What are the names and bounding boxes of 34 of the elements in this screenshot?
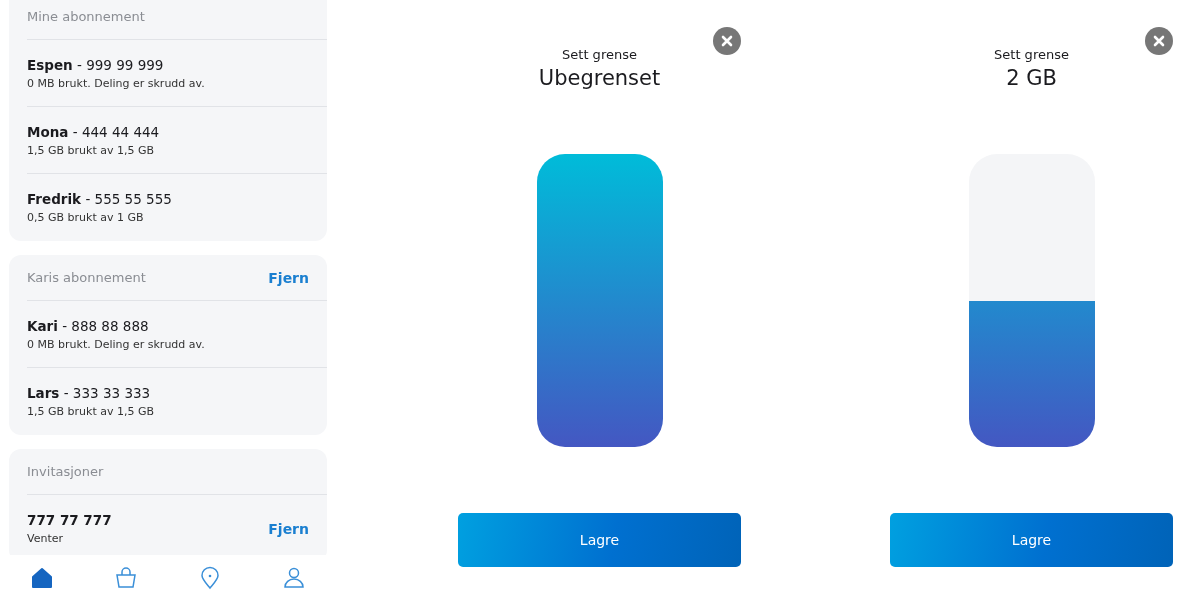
subscriber-line: Lars - 333 33 333 (27, 385, 152, 401)
shopping-bag-icon[interactable] (114, 565, 138, 590)
location-pin-icon[interactable] (198, 565, 222, 590)
save-button[interactable]: Lagre (458, 513, 741, 567)
close-button[interactable] (713, 27, 741, 55)
home-icon[interactable] (30, 565, 54, 590)
remove-link[interactable]: Fjern (268, 269, 309, 286)
limit-value: Ubegrenset (538, 66, 661, 90)
subscriber-line: Kari - 888 88 888 (27, 317, 150, 334)
usage-text: 0,5 GB brukt av 1 GB (27, 211, 145, 224)
close-button[interactable] (1145, 27, 1173, 55)
subscriber-line: Fredrik - 555 55 555 (27, 191, 172, 207)
section-title: Mine abonnement (27, 9, 145, 24)
dialog-label: Sett grense (562, 47, 637, 62)
save-button[interactable]: Lagre (890, 513, 1173, 567)
status-text: Venter (27, 532, 64, 545)
subscriber-line: Mona - 444 44 444 (27, 123, 160, 140)
close-icon[interactable] (721, 35, 733, 47)
dialog-label: Sett grense (994, 47, 1069, 62)
usage-text: 0 MB brukt. Deling er skrudd av. (27, 337, 205, 351)
section-title: Karis abonnement (27, 270, 146, 285)
close-icon[interactable] (1153, 35, 1165, 47)
usage-text: 1,5 GB brukt av 1,5 GB (27, 143, 156, 157)
slider-track[interactable] (968, 154, 1095, 447)
limit-value: 2 GB (1006, 66, 1057, 90)
phone-number: 777 77 777 (27, 512, 112, 528)
usage-text: 1,5 GB brukt av 1,5 GB (27, 405, 155, 418)
remove-link[interactable]: Fjern (268, 520, 309, 537)
slider-fill[interactable] (968, 300, 1095, 447)
subscriber-line: Espen - 999 99 999 (27, 56, 165, 73)
slider-fill[interactable] (536, 154, 663, 447)
section-title: Invitasjoner (27, 464, 104, 479)
usage-text: 0 MB brukt. Deling er skrudd av. (27, 76, 205, 90)
person-icon[interactable] (282, 565, 306, 590)
